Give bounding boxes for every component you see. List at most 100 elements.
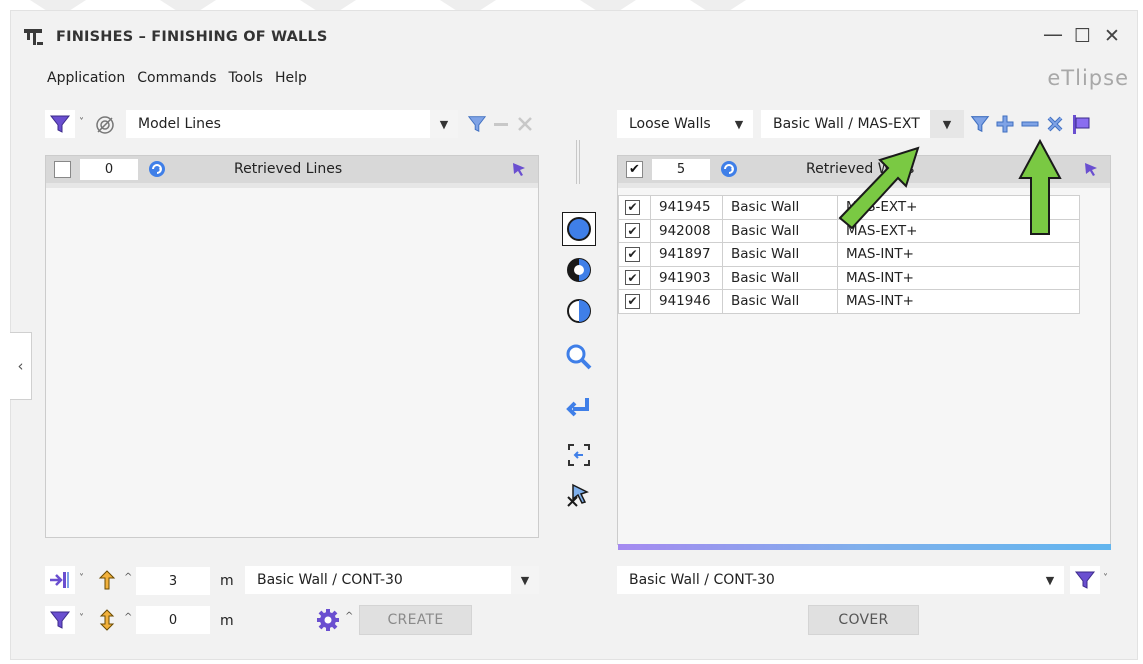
zoom-button[interactable] (562, 340, 596, 374)
filter-mode-button[interactable] (45, 110, 75, 138)
remove-button[interactable] (490, 111, 512, 137)
family-cell: Basic Wall (722, 265, 838, 290)
filter-icon (970, 116, 990, 133)
element-id-cell: 941945 (650, 195, 723, 220)
chevron-down-icon[interactable]: ˅ (1103, 573, 1108, 584)
cover-type-select[interactable]: Basic Wall / CONT-30 ▼ (617, 566, 1064, 594)
row-checkbox-cell: ✔ (618, 265, 651, 290)
apply-filter-button[interactable] (464, 111, 490, 137)
page: FINISHES – FINISHING OF WALLS — ☐ ✕ Appl… (0, 0, 1143, 664)
type-cell: MAS-INT+ (837, 265, 1080, 290)
table-row[interactable]: ✔ 941903 Basic Wall MAS-INT+ (618, 265, 1080, 290)
create-button[interactable]: CREATE (359, 605, 472, 635)
menu-application[interactable]: Application (47, 70, 125, 86)
chevron-down-icon[interactable]: ˅ (79, 573, 84, 584)
column-header-strip (46, 183, 538, 188)
height-input[interactable]: 0 (136, 606, 210, 634)
return-button[interactable] (562, 390, 596, 424)
chevron-down-icon: ▼ (511, 566, 539, 594)
filter-mode-button[interactable] (45, 606, 75, 634)
type-cell: MAS-INT+ (837, 289, 1080, 314)
cover-type-select-value: Basic Wall / CONT-30 (629, 572, 775, 588)
settings-button[interactable] (313, 606, 343, 634)
remove-button[interactable] (1018, 111, 1042, 137)
select-all-checkbox[interactable]: ✔ (626, 161, 643, 178)
row-checkbox[interactable]: ✔ (625, 270, 640, 286)
right-half-button[interactable] (562, 294, 596, 328)
circle-right-half-icon (567, 299, 591, 323)
wall-type-select-value: Basic Wall / CONT-30 (257, 572, 403, 588)
wall-type-select-value: Basic Wall / MAS-EXT (773, 116, 920, 132)
full-selection-button[interactable] (562, 212, 596, 246)
category-select[interactable]: Model Lines ▼ (126, 110, 458, 138)
table-row[interactable]: ✔ 941897 Basic Wall MAS-INT+ (618, 242, 1080, 267)
apply-filter-button[interactable] (968, 111, 992, 137)
circle-full-icon (567, 217, 591, 241)
pick-button[interactable] (562, 478, 596, 512)
minimize-button[interactable]: — (1043, 22, 1063, 46)
maximize-button[interactable]: ☐ (1074, 25, 1091, 47)
select-all-checkbox[interactable] (54, 161, 71, 178)
pick-cursor-icon (567, 483, 589, 507)
minus-icon (494, 123, 508, 126)
clear-button[interactable] (1043, 111, 1067, 137)
window-title: FINISHES – FINISHING OF WALLS (56, 29, 328, 45)
exclude-button[interactable] (92, 112, 118, 138)
gear-icon (317, 609, 339, 631)
select-cursor-icon[interactable] (1082, 160, 1100, 182)
placement-button[interactable] (45, 566, 75, 594)
count-box: 5 (652, 159, 710, 180)
row-checkbox-cell: ✔ (618, 218, 651, 243)
menu-bar: Application Commands Tools Help (47, 70, 319, 86)
family-cell: Basic Wall (722, 242, 838, 267)
row-checkbox-cell: ✔ (618, 195, 651, 220)
row-checkbox[interactable]: ✔ (625, 223, 640, 239)
wall-type-select[interactable]: Basic Wall / CONT-30 ▼ (245, 566, 539, 594)
table-row[interactable]: ✔ 941946 Basic Wall MAS-INT+ (618, 289, 1080, 314)
offset-icon (96, 568, 118, 592)
chevron-down-icon[interactable]: ˅ (79, 613, 84, 624)
count-box: 0 (80, 159, 138, 180)
element-id-cell: 941897 (650, 242, 723, 267)
zoom-to-selection-button[interactable] (562, 438, 596, 472)
cover-button[interactable]: COVER (808, 605, 919, 635)
menu-tools[interactable]: Tools (228, 70, 263, 86)
family-cell: Basic Wall (722, 218, 838, 243)
row-checkbox[interactable]: ✔ (625, 199, 640, 215)
menu-commands[interactable]: Commands (137, 70, 216, 86)
panel-splitter[interactable] (576, 140, 580, 184)
highlight-arrow-icon (838, 146, 920, 230)
menu-help[interactable]: Help (275, 70, 307, 86)
refresh-icon[interactable] (719, 159, 739, 183)
stepper-up-icon[interactable]: ^ (124, 612, 132, 623)
brand-logo: eTlipse (1047, 66, 1129, 90)
wall-type-select[interactable]: Basic Wall / MAS-EXT ▼ (761, 110, 964, 138)
chevron-down-icon: ▼ (430, 110, 458, 138)
refresh-icon[interactable] (147, 159, 167, 183)
filter-icon (49, 115, 71, 133)
panel-title: Retrieved Lines (234, 161, 343, 177)
stepper-up-icon[interactable]: ^ (124, 572, 132, 583)
clear-button[interactable] (512, 111, 538, 137)
unit-label: m (220, 573, 234, 589)
chevron-up-icon[interactable]: ^ (345, 611, 353, 622)
add-button[interactable] (993, 111, 1017, 137)
row-checkbox[interactable]: ✔ (625, 293, 640, 309)
source-select[interactable]: Loose Walls ▼ (617, 110, 753, 138)
category-select-value: Model Lines (138, 116, 221, 132)
panel-header: 0 Retrieved Lines (46, 156, 538, 183)
height-icon (96, 608, 118, 632)
chevron-down-icon: ▼ (1036, 566, 1064, 594)
align-right-icon (50, 572, 69, 588)
zoom-icon (566, 344, 592, 370)
select-cursor-icon[interactable] (510, 160, 528, 182)
left-half-button[interactable] (562, 253, 596, 287)
collapse-tab[interactable]: ‹ (10, 332, 32, 400)
chevron-down-icon[interactable]: ˅ (79, 117, 84, 128)
close-button[interactable]: ✕ (1104, 25, 1120, 47)
row-checkbox-cell: ✔ (618, 289, 651, 314)
offset-input[interactable]: 3 (136, 567, 210, 595)
filter-mode-button[interactable] (1070, 566, 1100, 594)
row-checkbox[interactable]: ✔ (625, 246, 640, 262)
flag-button[interactable] (1068, 111, 1094, 137)
